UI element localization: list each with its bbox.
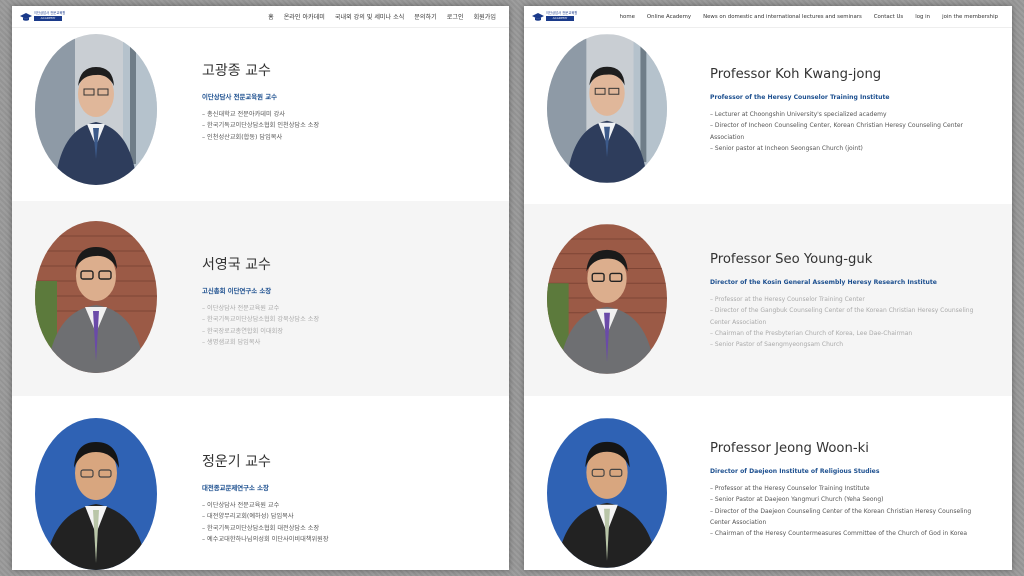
- korean-page-panel: 이단상담사 전문교육원 ACADEMY 홈 온라인 아카데미 국내외 강의 및 …: [12, 6, 509, 570]
- duty-item: – 이단상담사 전문교육원 교수: [202, 305, 280, 312]
- graduation-cap-icon: [20, 12, 32, 21]
- duty-item: – 이단상담사 전문교육원 교수: [202, 502, 280, 509]
- professor-name: Professor Koh Kwang-jong: [710, 67, 882, 82]
- logo-text: 이단상담사 전문교육원: [546, 10, 578, 15]
- duty-item: – 총신대학교 전문아카데미 강사: [202, 111, 285, 118]
- duty-item: – 인천성산교회(합동) 담임목사: [202, 133, 283, 141]
- professor-photo: [547, 34, 667, 183]
- professor-title: Director of the Kosin General Assembly H…: [710, 279, 937, 286]
- duty-item: – Senior Pastor of Saengmyeongsam Church: [710, 341, 844, 349]
- professor-name: 정운기 교수: [202, 454, 271, 470]
- duty-item: – 대전양무리교회(예하성) 담임목사: [202, 513, 294, 521]
- professor-title: Professor of the Heresy Counselor Traini…: [710, 94, 890, 101]
- professor-title: 대전종교문제연구소 소장: [202, 484, 269, 492]
- nav-online-academy[interactable]: 온라인 아카데미: [279, 12, 330, 21]
- duty-item: – Senior Pastor at Daejeon Yangmuri Chur…: [710, 496, 884, 504]
- duty-item: – Chairman of the Presbyterian Church of…: [710, 329, 913, 337]
- nav-online-academy[interactable]: Online Academy: [641, 14, 697, 20]
- duty-item: – 한국기독교이단상담소협회 강북상담소 소장: [202, 316, 320, 324]
- duty-item: – 한국기독교이단상담소협회 인천상담소 소장: [202, 122, 320, 130]
- duty-item: Center Association: [710, 318, 767, 326]
- duty-item: – 한국기독교이단상담소협회 대전상담소 소장: [202, 524, 320, 532]
- duty-item: – Chairman of the Heresy Countermeasures…: [710, 530, 968, 538]
- professor-row: 서영국 교수 고신총회 이단연구소 소장 – 이단상담사 전문교육원 교수 – …: [12, 201, 509, 396]
- nav-login[interactable]: 로그인: [442, 12, 469, 21]
- duty-item: Association: [710, 133, 745, 141]
- professor-name: 고광종 교수: [202, 63, 271, 79]
- professor-row: Professor Seo Young-guk Director of the …: [524, 204, 1012, 396]
- nav-home[interactable]: home: [614, 14, 641, 20]
- duty-item: – Director of the Gangbuk Counseling Cen…: [710, 307, 974, 315]
- duty-item: – Director of Incheon Counseling Center,…: [710, 122, 964, 130]
- professor-row: 고광종 교수 이단상담사 전문교육원 교수 – 총신대학교 전문아카데미 강사 …: [12, 28, 509, 201]
- nav-contact[interactable]: 문의하기: [409, 12, 441, 21]
- site-logo[interactable]: 이단상담사 전문교육원 ACADEMY: [20, 10, 65, 24]
- professor-title: Director of Daejeon Institute of Religio…: [710, 468, 880, 475]
- professor-title: 이단상담사 전문교육원 교수: [202, 93, 278, 101]
- site-logo[interactable]: 이단상담사 전문교육원 ACADEMY: [532, 10, 577, 24]
- nav-contact[interactable]: Contact Us: [868, 14, 909, 20]
- top-navigation: 이단상담사 전문교육원 ACADEMY 홈 온라인 아카데미 국내외 강의 및 …: [12, 6, 509, 28]
- professor-name: Professor Seo Young-guk: [710, 252, 873, 267]
- english-page-panel: 이단상담사 전문교육원 ACADEMY home Online Academy …: [524, 6, 1012, 570]
- professor-row: Professor Jeong Woon-ki Director of Daej…: [524, 396, 1012, 570]
- nav-login[interactable]: log in: [909, 14, 936, 20]
- professor-name: 서영국 교수: [202, 257, 271, 273]
- duty-item: – 생명샘교회 담임목사: [202, 339, 261, 347]
- professor-photo: [547, 418, 667, 568]
- duty-item: – Professor at the Heresy Counselor Trai…: [710, 296, 865, 303]
- professor-row: 정운기 교수 대전종교문제연구소 소장 – 이단상담사 전문교육원 교수 – 대…: [12, 396, 509, 570]
- logo-bar: ACADEMY: [34, 16, 62, 22]
- duty-item: Center Association: [710, 518, 767, 526]
- duty-item: – Director of the Daejeon Counseling Cen…: [710, 507, 972, 515]
- nav-signup[interactable]: join the membership: [936, 14, 1004, 20]
- duty-item: – Professor at the Heresy Counselor Trai…: [710, 485, 870, 492]
- top-navigation: 이단상담사 전문교육원 ACADEMY home Online Academy …: [524, 6, 1012, 28]
- professor-title: 고신총회 이단연구소 소장: [202, 287, 272, 295]
- duty-item: – Lecturer at Choongshin University's sp…: [710, 111, 887, 118]
- professor-photo: [35, 418, 157, 570]
- duty-item: – 한국장로교총연합회 이대회장: [202, 327, 284, 335]
- nav-news[interactable]: 국내외 강의 및 세미나 소식: [330, 12, 409, 21]
- nav-news[interactable]: News on domestic and international lectu…: [697, 14, 868, 20]
- logo-bar: ACADEMY: [546, 16, 574, 22]
- professor-photo: [547, 224, 667, 374]
- professor-photo: [35, 221, 157, 373]
- professor-photo: [35, 34, 157, 185]
- duty-item: – Senior pastor at Incheon Seongsan Chur…: [710, 144, 863, 152]
- nav-home[interactable]: 홈: [263, 12, 279, 21]
- professor-name: Professor Jeong Woon-ki: [710, 441, 869, 456]
- logo-text: 이단상담사 전문교육원: [34, 10, 66, 15]
- professor-row: Professor Koh Kwang-jong Professor of th…: [524, 28, 1012, 204]
- graduation-cap-icon: [532, 12, 544, 21]
- duty-item: – 예수교대한하나님의성회 이단사이비대책위원장: [202, 536, 329, 544]
- nav-signup[interactable]: 회원가입: [469, 12, 501, 21]
